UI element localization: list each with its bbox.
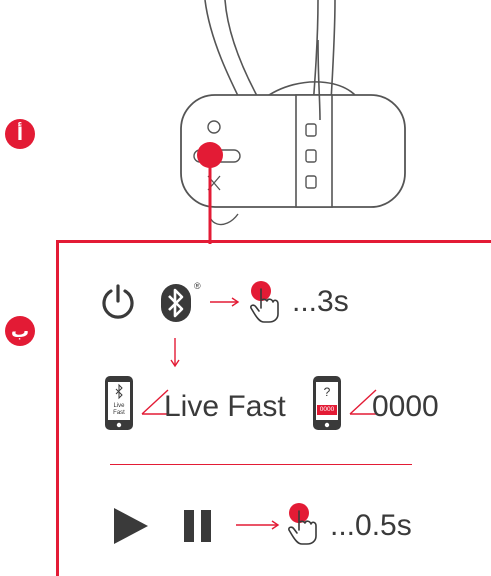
phone-device-label-2: Fast xyxy=(113,410,125,416)
phone-icon: Live Fast xyxy=(104,375,134,431)
press-hand-icon xyxy=(250,281,279,323)
frame-left-line xyxy=(56,240,59,576)
arrow-down-icon xyxy=(170,338,180,368)
divider xyxy=(110,464,412,465)
pin-code: 0000 xyxy=(372,390,439,423)
registered-mark: ® xyxy=(194,281,201,291)
frame-top-line xyxy=(56,240,491,243)
pin-prompt: ? xyxy=(323,385,331,399)
arrow-right-icon-2 xyxy=(236,520,280,530)
phone-pin-icon: ? 0000 xyxy=(312,375,342,431)
arrow-right-icon xyxy=(210,297,240,307)
badge-b: ب xyxy=(5,316,35,346)
bluetooth-icon xyxy=(160,283,192,323)
playback-hold-duration: ...0.5s xyxy=(330,509,412,542)
headset-illustration xyxy=(180,0,406,244)
pairing-hold-duration: ...3s xyxy=(292,285,349,318)
badge-a: أ xyxy=(5,119,35,149)
press-hand-icon-2 xyxy=(288,503,317,545)
phone-device-label-1: Live xyxy=(113,403,125,409)
pin-screen-code: 0000 xyxy=(319,406,335,413)
device-name: Live Fast xyxy=(164,390,286,423)
power-icon xyxy=(102,284,134,319)
pause-icon xyxy=(184,510,211,542)
play-icon xyxy=(114,508,148,544)
